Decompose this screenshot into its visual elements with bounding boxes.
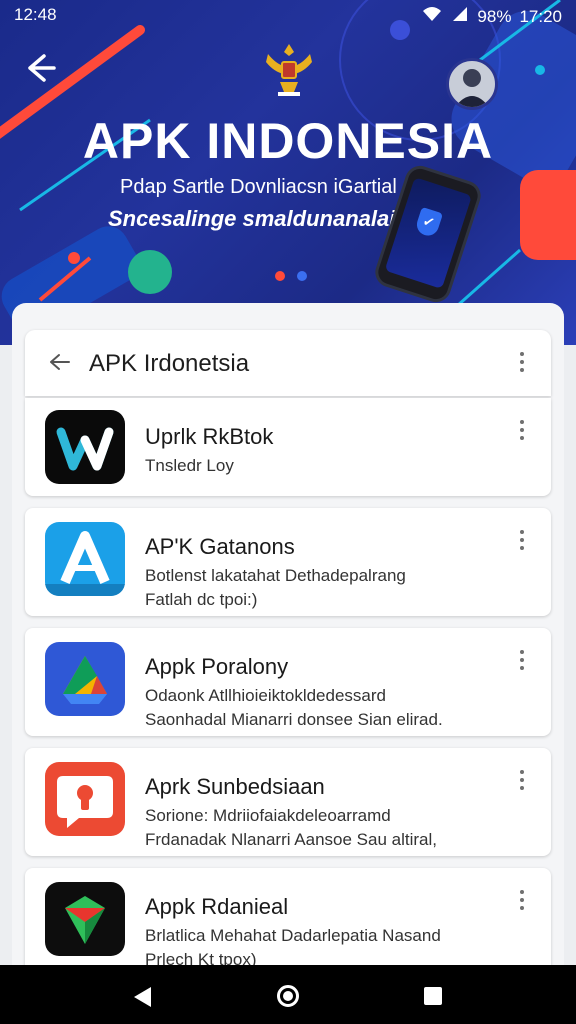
app-description-2: Frdanadak Nlanarri Aansoe Sau altiral,: [145, 830, 437, 849]
status-clock: 17:20: [519, 6, 562, 26]
drive-triangle-icon: [45, 642, 125, 716]
avatar[interactable]: [446, 58, 498, 110]
app-name: Appk Poralony: [145, 654, 289, 679]
a-logo-icon: [45, 522, 125, 596]
back-arrow-icon[interactable]: [47, 350, 71, 374]
app-name: Appk Rdanieal: [145, 894, 289, 919]
more-options-icon[interactable]: [519, 530, 525, 554]
list-item[interactable]: Appk Poralony Odaonk Atllhioieiktokldede…: [25, 628, 551, 736]
list-item[interactable]: Appk Rdanieal Brlatlica Mehahat Dadarlep…: [25, 868, 551, 976]
nav-home-icon[interactable]: [277, 985, 299, 1007]
app-toolbar: APK Irdonetsia: [25, 330, 551, 396]
list-item[interactable]: Uprlk RkBtok Tnsledr Loy: [25, 398, 551, 496]
w-logo-icon: [45, 410, 125, 484]
garuda-emblem-icon: [258, 38, 320, 100]
hero-subtitle: Pdap Sartle Dovnliacsn iGartial: [120, 176, 397, 198]
app-description: Odaonk Atllhioieiktokldedessard: [145, 686, 386, 705]
more-options-icon[interactable]: [519, 650, 525, 674]
signal-icon: [451, 5, 469, 28]
more-options-icon[interactable]: [519, 770, 525, 794]
list-item[interactable]: Aprk Sunbedsiaan Sorione: Mdriiofaiakdel…: [25, 748, 551, 856]
app-description: Botlenst lakatahat Dethadepalrang: [145, 566, 406, 585]
list-item[interactable]: AP'K Gatanons Botlenst lakatahat Dethade…: [25, 508, 551, 616]
app-description: Brlatlica Mehahat Dadarlepatia Nasand: [145, 926, 441, 945]
keyhole-chat-icon: [45, 762, 125, 836]
hero-tagline: Sncesalinge smaldunanalai: [108, 206, 396, 231]
app-name: AP'K Gatanons: [145, 534, 295, 559]
app-description: Sorione: Mdriiofaiakdeleoarramd: [145, 806, 391, 825]
hero-title: APK INDONESIA: [82, 113, 494, 169]
nav-recents-icon[interactable]: [424, 987, 442, 1005]
app-name: Uprlk RkBtok: [145, 424, 274, 449]
more-options-icon[interactable]: [519, 352, 525, 376]
nav-back-icon[interactable]: [134, 987, 151, 1007]
app-name: Aprk Sunbedsiaan: [145, 774, 325, 799]
gem-logo-icon: [45, 882, 125, 956]
status-time-left: 12:48: [14, 5, 57, 24]
more-options-icon[interactable]: [519, 420, 525, 444]
app-description: Tnsledr Loy: [145, 456, 234, 475]
hero-banner: APK INDONESIA Pdap Sartle Dovnliacsn iGa…: [0, 0, 576, 345]
more-options-icon[interactable]: [519, 890, 525, 914]
system-nav-bar: [0, 965, 576, 1024]
app-description-2: Fatlah dc tpoi:): [145, 590, 258, 609]
battery-percent: 98%: [477, 6, 512, 26]
toolbar-title: APK Irdonetsia: [89, 350, 250, 377]
app-description-2: Saonhadal Mianarri donsee Sian elirad.: [145, 710, 443, 729]
back-arrow-icon[interactable]: [22, 50, 58, 86]
status-bar: 12:48 98% 17:20: [0, 0, 576, 30]
wifi-icon: [421, 5, 443, 28]
